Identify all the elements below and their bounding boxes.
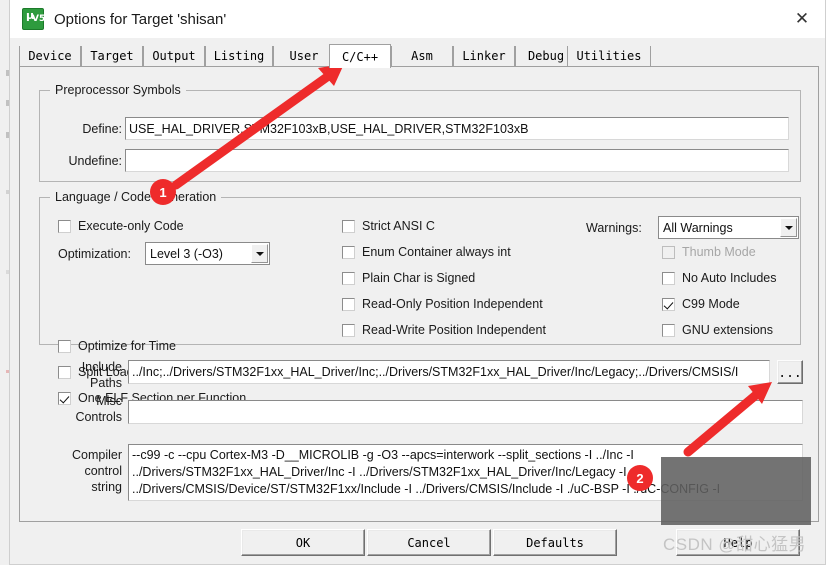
optimization-combobox[interactable]: Level 3 (-O3)	[145, 242, 270, 265]
checkbox-label: Thumb Mode	[682, 245, 756, 259]
checkbox-gnu-extensions[interactable]: GNU extensions	[662, 323, 773, 337]
checkbox-thumb-mode[interactable]: Thumb Mode	[662, 245, 756, 259]
chevron-down-icon[interactable]	[251, 244, 268, 263]
checkbox-label: Strict ANSI C	[362, 219, 435, 233]
screenshot-root: µ V5 Options for Target 'shisan' ✕ Devic…	[0, 0, 826, 565]
tab-asm[interactable]: Asm	[391, 46, 453, 66]
window-title: Options for Target 'shisan'	[54, 10, 227, 28]
annotation-badge-1: 1	[150, 179, 176, 205]
checkbox-label: Read-Only Position Independent	[362, 297, 543, 311]
checkbox-box	[662, 245, 675, 259]
checkbox-label: No Auto Includes	[682, 271, 777, 285]
tab-strip: Device Target Output Listing User C/C++ …	[19, 44, 819, 68]
checkbox-box	[342, 271, 355, 285]
tab-utilities[interactable]: Utilities	[567, 46, 651, 66]
checkbox-box	[662, 297, 675, 311]
csdn-watermark: CSDN @甜心猛男	[663, 535, 807, 554]
cancel-button[interactable]: Cancel	[367, 529, 491, 556]
include-paths-label-line1: Include	[81, 360, 122, 374]
checkbox-box	[662, 323, 675, 337]
checkbox-box	[342, 297, 355, 311]
title-bar: µ V5 Options for Target 'shisan' ✕	[10, 0, 825, 38]
tab-c-cpp[interactable]: C/C++	[329, 44, 391, 68]
checkbox-read-only-position-independent[interactable]: Read-Only Position Independent	[342, 297, 543, 311]
warnings-label: Warnings:	[586, 221, 642, 235]
checkbox-strict-ansi-c[interactable]: Strict ANSI C	[342, 219, 435, 233]
tab-device[interactable]: Device	[19, 46, 81, 66]
close-icon[interactable]: ✕	[779, 0, 825, 38]
checkbox-box	[342, 219, 355, 233]
checkbox-label: Execute-only Code	[78, 219, 184, 233]
checkbox-c99-mode[interactable]: C99 Mode	[662, 297, 740, 311]
tab-target[interactable]: Target	[81, 46, 143, 66]
tab-output[interactable]: Output	[143, 46, 205, 66]
checkbox-box	[58, 219, 71, 233]
keil-uvision5-icon: µ V5	[22, 8, 46, 30]
c-cpp-page: Preprocessor Symbols Define: USE_HAL_DRI…	[19, 67, 819, 522]
define-label: Define:	[82, 122, 122, 136]
checkbox-plain-char-is-signed[interactable]: Plain Char is Signed	[342, 271, 475, 285]
undefine-label: Undefine:	[68, 154, 122, 168]
optimization-value: Level 3 (-O3)	[150, 246, 223, 261]
language-group-title: Language / Code Generation	[50, 190, 222, 204]
checkbox-no-auto-includes[interactable]: No Auto Includes	[662, 271, 777, 285]
define-input[interactable]: USE_HAL_DRIVER,STM32F103xB,USE_HAL_DRIVE…	[125, 117, 789, 140]
misc-controls-label-line2: Controls	[75, 410, 122, 424]
optimization-label: Optimization:	[58, 247, 131, 261]
checkbox-optimize-for-time[interactable]: Optimize for Time	[58, 339, 176, 353]
include-paths-label-line2: Paths	[90, 376, 122, 390]
compiler-control-string-label-line1: Compiler	[71, 448, 122, 462]
checkbox-label: Enum Container always int	[362, 245, 511, 259]
include-paths-input[interactable]: ../Inc;../Drivers/STM32F1xx_HAL_Driver/I…	[128, 360, 770, 384]
checkbox-label: Plain Char is Signed	[362, 271, 476, 285]
checkbox-box	[58, 339, 71, 353]
tab-linker[interactable]: Linker	[453, 46, 515, 66]
checkbox-box	[342, 245, 355, 259]
warnings-value: All Warnings	[663, 220, 733, 235]
app-icon-v5-glyph: V5	[32, 14, 46, 24]
misc-controls-input[interactable]	[128, 400, 803, 424]
checkbox-box	[342, 323, 355, 337]
checkbox-enum-container-always-int[interactable]: Enum Container always int	[342, 245, 511, 259]
chevron-down-icon[interactable]	[780, 218, 797, 237]
checkbox-label: Read-Write Position Independent	[362, 323, 546, 337]
annotation-badge-2: 2	[627, 465, 653, 491]
checkbox-label: C99 Mode	[682, 297, 740, 311]
gray-overlay-artifact	[661, 457, 811, 525]
compiler-control-string-label-line2: control	[84, 464, 122, 478]
ok-button[interactable]: OK	[241, 529, 365, 556]
tab-listing[interactable]: Listing	[205, 46, 273, 66]
compiler-control-string-label-line3: string	[91, 480, 122, 494]
checkbox-execute-only-code[interactable]: Execute-only Code	[58, 219, 184, 233]
include-paths-browse-button[interactable]: ...	[777, 360, 803, 384]
tab-user[interactable]: User	[273, 46, 335, 66]
defaults-button[interactable]: Defaults	[493, 529, 617, 556]
checkbox-label: GNU extensions	[682, 323, 774, 337]
checkbox-read-write-position-independent[interactable]: Read-Write Position Independent	[342, 323, 546, 337]
undefine-input[interactable]	[125, 149, 789, 172]
checkbox-box	[662, 271, 675, 285]
checkbox-label: Optimize for Time	[78, 339, 176, 353]
warnings-combobox[interactable]: All Warnings	[658, 216, 799, 239]
preprocessor-group-title: Preprocessor Symbols	[50, 83, 186, 97]
misc-controls-label-line1: Misc	[96, 394, 122, 408]
